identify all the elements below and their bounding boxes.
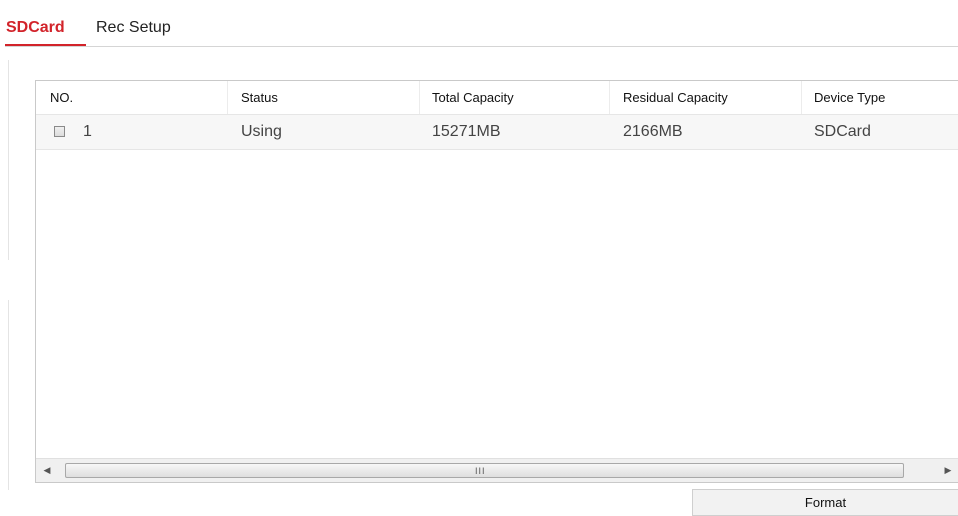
sdcard-table: NO. Status Total Capacity Residual Capac… — [35, 80, 958, 483]
left-edge-line — [8, 300, 9, 490]
cell-device-type: SDCard — [814, 123, 871, 140]
tab-sdcard[interactable]: SDCard — [6, 18, 65, 38]
column-header-residual-capacity[interactable]: Residual Capacity — [623, 81, 728, 114]
scrollbar-thumb[interactable]: III — [65, 463, 904, 478]
tab-bar-divider — [5, 46, 958, 47]
table-row[interactable]: 1 Using 15271MB 2166MB SDCard — [36, 115, 958, 150]
column-divider[interactable] — [227, 81, 228, 114]
left-edge-line — [8, 60, 9, 260]
column-divider[interactable] — [801, 81, 802, 114]
scrollbar-grip-icon: III — [475, 466, 486, 476]
column-header-no[interactable]: NO. — [50, 81, 73, 114]
cell-no: 1 — [83, 123, 92, 140]
scroll-right-arrow-icon[interactable]: ▶ — [941, 464, 955, 476]
tab-bar: SDCard Rec Setup — [0, 0, 958, 47]
column-header-device-type[interactable]: Device Type — [814, 81, 885, 114]
tab-rec-setup[interactable]: Rec Setup — [96, 18, 171, 38]
horizontal-scrollbar[interactable]: ◀ III ▶ — [36, 458, 958, 482]
column-divider[interactable] — [419, 81, 420, 114]
table-header: NO. Status Total Capacity Residual Capac… — [36, 81, 958, 115]
column-divider[interactable] — [609, 81, 610, 114]
column-header-status[interactable]: Status — [241, 81, 278, 114]
cell-total-capacity: 15271MB — [432, 123, 501, 140]
cell-status: Using — [241, 123, 282, 140]
scroll-left-arrow-icon[interactable]: ◀ — [40, 464, 54, 476]
row-checkbox[interactable] — [54, 126, 65, 137]
cell-residual-capacity: 2166MB — [623, 123, 683, 140]
column-header-total-capacity[interactable]: Total Capacity — [432, 81, 514, 114]
format-button[interactable]: Format — [692, 489, 958, 516]
